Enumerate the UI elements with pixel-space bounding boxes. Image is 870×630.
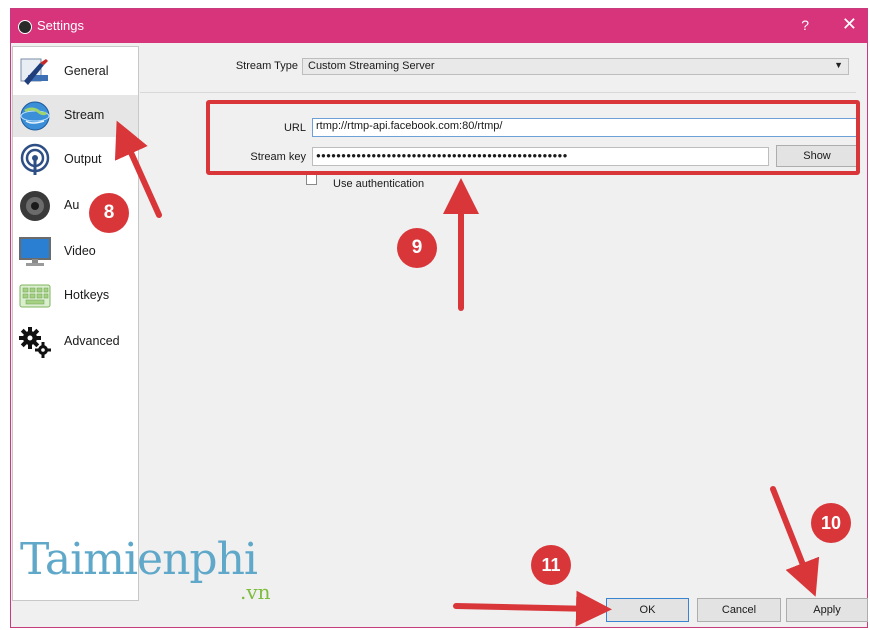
annotation-badge-8: 8 — [89, 193, 129, 233]
annotation-badge-11: 11 — [531, 545, 571, 585]
annotation-arrows — [114, 120, 820, 627]
annotation-badge-10: 10 — [811, 503, 851, 543]
arrow-to-ok — [453, 590, 612, 627]
arrow-to-apply — [770, 486, 820, 597]
arrow-to-stream — [114, 120, 162, 218]
annotation-badge-9: 9 — [397, 228, 437, 268]
